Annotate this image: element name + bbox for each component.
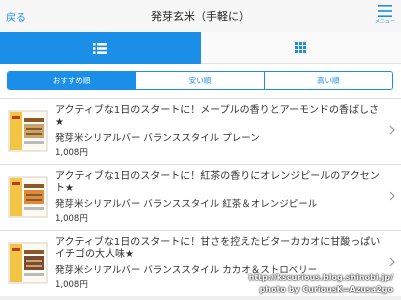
menu-label: メニュー (374, 19, 395, 25)
sort-cheapest[interactable]: 安い順 (135, 72, 264, 89)
sort-recommended[interactable]: おすすめ順 (8, 72, 136, 89)
product-item[interactable]: アクティブな1日のスタートに！メープルの香りとアーモンドの香ばしさ★ 発芽米シリ… (0, 98, 401, 164)
hamburger-icon (378, 5, 392, 17)
product-description: アクティブな1日のスタートに！甘さを控えたビターカカオに甘酸っぱいイチゴの大人味… (55, 237, 381, 260)
product-price: 1,008円 (55, 280, 88, 290)
watermark-url: http://kscurious.blog.shinobi.jp/ (248, 273, 393, 282)
product-image (8, 176, 48, 218)
page-title: 発芽玄米（手軽に） (151, 10, 250, 23)
product-description: アクティブな1日のスタートに！メープルの香りとアーモンドの香ばしさ★ (55, 105, 380, 128)
sort-segmented-control: おすすめ順 安い順 高い順 (7, 71, 393, 90)
nav-bar: 戻る 発芽玄米（手軽に） メニュー (0, 0, 401, 32)
chevron-right-icon (389, 191, 395, 201)
view-toggle (0, 32, 401, 64)
chevron-right-icon (389, 257, 395, 267)
product-name: 発芽米シリアルバー バランススタイル プレーン (55, 133, 260, 144)
product-image (8, 242, 48, 284)
product-price: 1,008円 (55, 148, 88, 158)
product-price: 1,008円 (55, 214, 88, 224)
product-item[interactable]: アクティブな1日のスタートに！紅茶の香りにオレンジピールのアクセント★ 発芽米シ… (0, 164, 401, 230)
menu-button[interactable]: メニュー (374, 3, 396, 31)
chevron-right-icon (389, 125, 395, 135)
product-image (8, 110, 48, 152)
sort-expensive[interactable]: 高い順 (263, 72, 392, 89)
product-name: 発芽米シリアルバー バランススタイル 紅茶＆オレンジピール (55, 199, 318, 210)
grid-icon (295, 42, 307, 53)
grid-view-tab[interactable] (200, 32, 401, 64)
list-view-tab[interactable] (0, 32, 201, 64)
product-description: アクティブな1日のスタートに！紅茶の香りにオレンジピールのアクセント★ (55, 171, 380, 194)
sort-bar: おすすめ順 安い順 高い順 (0, 64, 401, 98)
watermark-credit: photo by CuriousK=Azusa2go (259, 285, 393, 294)
list-icon (93, 42, 108, 54)
